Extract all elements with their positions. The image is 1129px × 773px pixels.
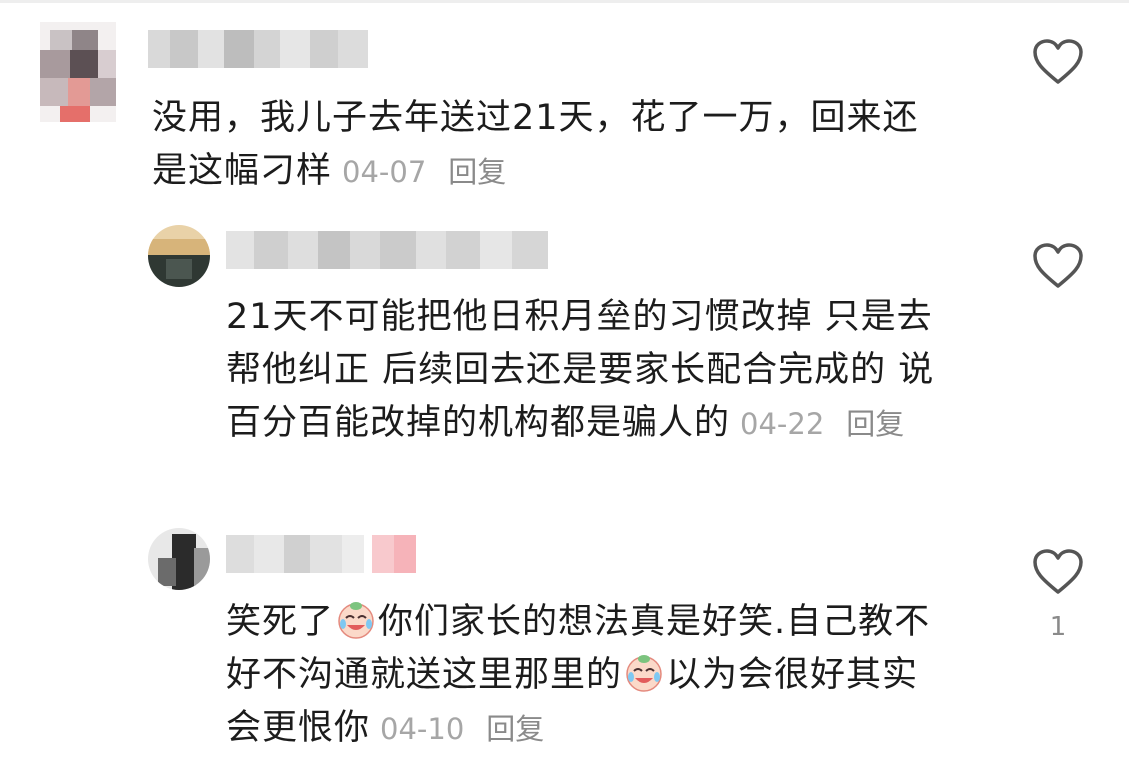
username-blurred[interactable] xyxy=(148,30,368,68)
like-count: 1 xyxy=(1049,612,1067,642)
heart-outline-icon[interactable] xyxy=(1032,548,1084,596)
avatar[interactable] xyxy=(148,528,210,590)
comment-text: 21天不可能把他日积月垒的习惯改掉 只是去帮他纠正 后续回去还是要家长配合完成的… xyxy=(226,297,935,443)
username-blurred[interactable] xyxy=(226,535,416,573)
crying-laughing-emoji xyxy=(626,655,662,692)
reply-button[interactable]: 回复 xyxy=(846,407,904,441)
heart-outline-icon[interactable] xyxy=(1032,242,1084,290)
top-divider xyxy=(0,0,1129,3)
username-blurred[interactable] xyxy=(226,231,548,269)
comment-date: 04-10 xyxy=(380,712,465,746)
comment-text: 没用，我儿子去年送过21天，花了一万，回来还是这幅刁样 04-07 回复 xyxy=(152,98,919,191)
comment-text: 笑死了 你们家长的想法真是好笑.自己教不好不沟通就送这里那里的 以为会很好其实会更恨… xyxy=(226,596,946,756)
reply-button[interactable]: 回复 xyxy=(448,155,506,189)
avatar[interactable] xyxy=(40,22,116,122)
heart-outline-icon[interactable] xyxy=(1032,38,1084,86)
comment-date: 04-07 xyxy=(342,155,427,189)
avatar[interactable] xyxy=(148,225,210,287)
comment-date: 04-22 xyxy=(740,407,825,441)
crying-laughing-emoji xyxy=(338,602,374,639)
reply-button[interactable]: 回复 xyxy=(486,712,544,746)
